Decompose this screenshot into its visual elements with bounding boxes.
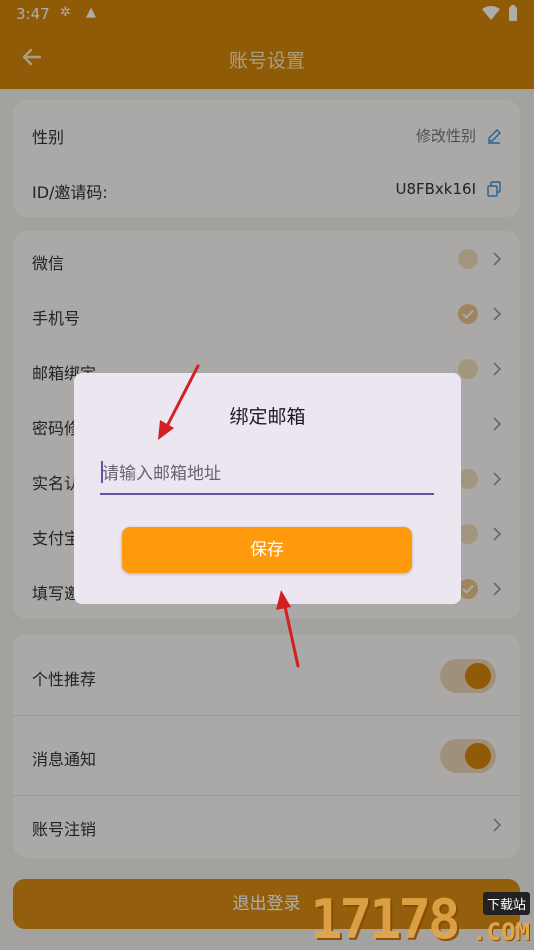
save-button[interactable]: 保存 (122, 527, 412, 573)
watermark-number: 17178 (310, 888, 461, 950)
email-input[interactable] (100, 455, 434, 495)
watermark-tag: 下载站 (482, 892, 530, 915)
text-cursor (101, 461, 103, 483)
bind-email-dialog: 绑定邮箱 保存 (74, 373, 461, 604)
watermark-domain: .COM (472, 918, 530, 946)
site-watermark: 17178 下载站 .COM (310, 888, 534, 950)
annotation-arrow-icon (276, 590, 300, 668)
annotation-arrow-icon (158, 364, 200, 440)
dialog-title: 绑定邮箱 (229, 406, 306, 428)
